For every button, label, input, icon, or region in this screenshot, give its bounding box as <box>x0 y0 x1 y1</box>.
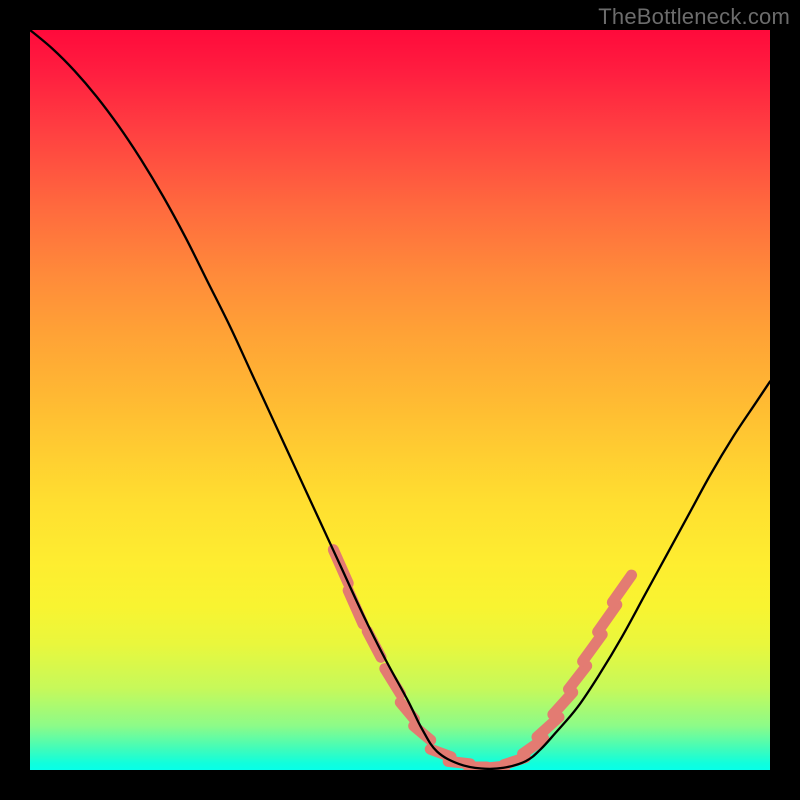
highlight-dashes <box>333 550 631 768</box>
bottleneck-curve-line <box>30 30 770 769</box>
highlight-dash <box>569 666 587 689</box>
highlight-dash <box>553 692 573 714</box>
highlight-dash <box>612 575 631 602</box>
plot-area <box>30 30 770 770</box>
highlight-dash <box>583 634 603 661</box>
highlight-dash <box>598 605 617 632</box>
watermark-text: TheBottleneck.com <box>598 4 790 30</box>
highlight-dash <box>348 590 363 624</box>
chart-container: TheBottleneck.com <box>0 0 800 800</box>
bottleneck-curve-svg <box>30 30 770 770</box>
